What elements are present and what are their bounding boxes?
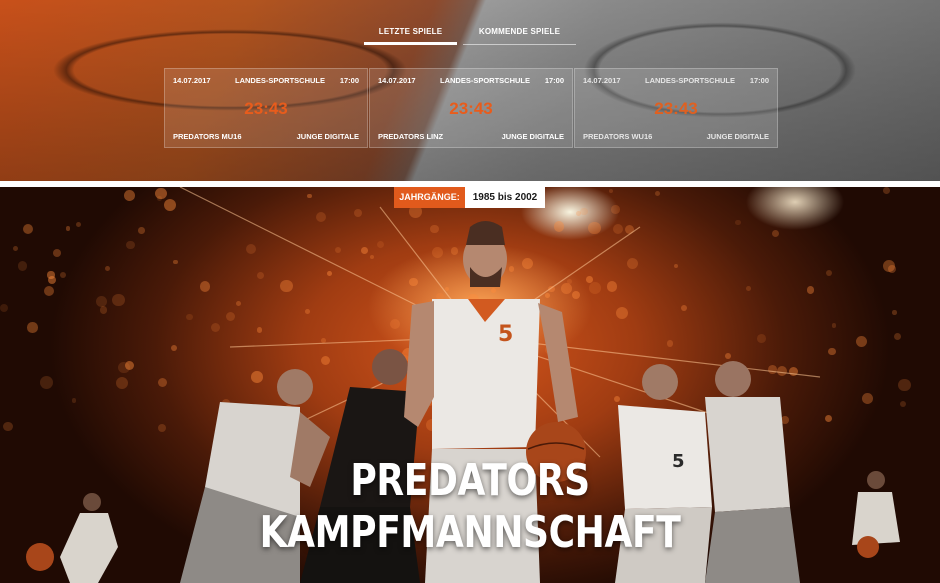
- hero-banner: 5 5 JAHRGÄNGE: 1985 bis 2002 PREDATORS K…: [0, 187, 940, 583]
- away-team: JUNGE DIGITALE: [501, 132, 564, 141]
- game-date: 14.07.2017: [583, 76, 621, 85]
- tab-last-games[interactable]: LETZTE SPIELE: [364, 20, 457, 45]
- game-score: 23:43: [244, 99, 288, 118]
- games-section: LETZTE SPIELE KOMMENDE SPIELE 14.07.2017…: [0, 0, 940, 181]
- game-card[interactable]: 14.07.2017 LANDES-SPORTSCHULE 17:00 23:4…: [574, 68, 778, 148]
- hero-title-line2: KAMPFMANNSCHAFT: [259, 507, 681, 558]
- years-label: JAHRGÄNGE:: [394, 187, 465, 208]
- tab-upcoming-games[interactable]: KOMMENDE SPIELE: [463, 20, 576, 45]
- away-team: JUNGE DIGITALE: [706, 132, 769, 141]
- game-time: 17:00: [749, 76, 769, 85]
- away-team: JUNGE DIGITALE: [296, 132, 359, 141]
- game-time: 17:00: [339, 76, 359, 85]
- game-cards: 14.07.2017 LANDES-SPORTSCHULE 17:00 23:4…: [164, 68, 778, 148]
- home-team: PREDATORS MU16: [173, 132, 242, 141]
- home-team: PREDATORS LINZ: [378, 132, 444, 141]
- game-score: 23:43: [654, 99, 698, 118]
- game-venue: LANDES-SPORTSCHULE: [645, 76, 736, 85]
- games-tabs: LETZTE SPIELE KOMMENDE SPIELE: [364, 20, 576, 45]
- game-venue: LANDES-SPORTSCHULE: [440, 76, 531, 85]
- game-date: 14.07.2017: [173, 76, 211, 85]
- game-venue: LANDES-SPORTSCHULE: [235, 76, 326, 85]
- game-date: 14.07.2017: [378, 76, 416, 85]
- game-score: 23:43: [449, 99, 493, 118]
- game-card[interactable]: 14.07.2017 LANDES-SPORTSCHULE 17:00 23:4…: [164, 68, 368, 148]
- game-card[interactable]: 14.07.2017 LANDES-SPORTSCHULE 17:00 23:4…: [369, 68, 573, 148]
- home-team: PREDATORS WU16: [583, 132, 653, 141]
- hero-title-line1: PREDATORS: [350, 455, 590, 506]
- years-value: 1985 bis 2002: [465, 187, 545, 208]
- svg-text:5: 5: [498, 322, 513, 347]
- player-far-right: [852, 471, 900, 558]
- game-time: 17:00: [544, 76, 564, 85]
